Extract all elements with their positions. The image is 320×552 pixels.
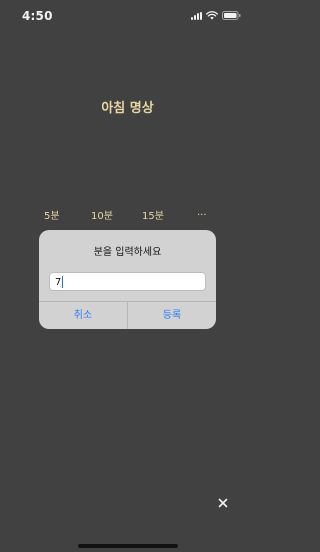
time-option-5[interactable]: 5분 bbox=[44, 207, 60, 222]
battery-icon bbox=[222, 11, 241, 20]
close-icon bbox=[218, 498, 228, 508]
wifi-icon bbox=[206, 11, 218, 20]
dialog-title: 분을 입력하세요 bbox=[93, 247, 162, 258]
page-title: 아침 명상 bbox=[101, 101, 154, 116]
cellular-signal-icon bbox=[191, 11, 202, 20]
time-option-10[interactable]: 10분 bbox=[91, 207, 113, 222]
register-button[interactable]: 등록 bbox=[128, 302, 216, 329]
text-caret bbox=[62, 276, 64, 288]
close-button[interactable] bbox=[214, 494, 232, 512]
time-option-more[interactable]: ... bbox=[197, 207, 207, 218]
minutes-input[interactable]: 7 bbox=[49, 272, 206, 291]
minutes-input-dialog: 분을 입력하세요 7 취소 등록 bbox=[39, 230, 216, 329]
status-bar: 4:50 bbox=[0, 0, 255, 32]
time-option-15[interactable]: 15분 bbox=[142, 207, 164, 222]
time-options: 5분 10분 15분 ... bbox=[0, 207, 255, 223]
home-indicator[interactable] bbox=[78, 544, 178, 548]
status-icons bbox=[191, 11, 241, 20]
status-time: 4:50 bbox=[22, 9, 53, 23]
cancel-button[interactable]: 취소 bbox=[39, 302, 127, 329]
minutes-input-value: 7 bbox=[55, 277, 62, 288]
